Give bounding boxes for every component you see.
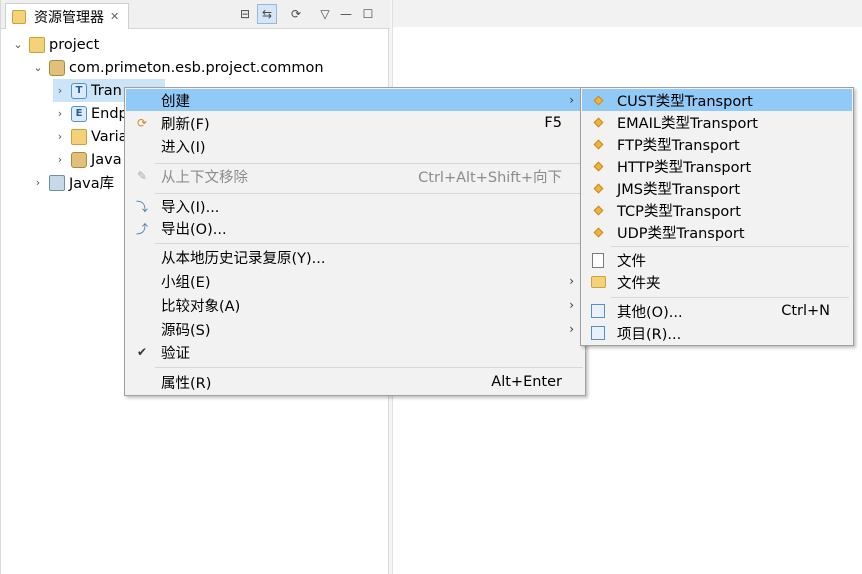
transport-diamond-icon [590, 136, 606, 152]
transport-diamond-icon [590, 202, 606, 218]
menu-item-source[interactable]: 源码(S) › [126, 318, 584, 340]
menu-item-refresh[interactable]: ⟳ 刷新(F) F5 [126, 112, 584, 134]
submenu-item-ftp-transport[interactable]: FTP类型Transport [582, 133, 852, 155]
transport-diamond-icon [590, 180, 606, 196]
submenu-arrow-icon: › [569, 322, 574, 336]
shortcut: Alt+Enter [491, 374, 562, 390]
tree-item-label: Tran [91, 82, 122, 99]
menu-item-compare-with[interactable]: 比较对象(A) › [126, 294, 584, 316]
menu-item-remove-from-context[interactable]: ✎ 从上下文移除 Ctrl+Alt+Shift+向下 [126, 165, 584, 187]
tree-item-label: project [49, 36, 100, 53]
menu-item-validate[interactable]: ✔ 验证 [126, 341, 584, 363]
submenu-item-udp-transport[interactable]: UDP类型Transport [582, 221, 852, 243]
collapse-all-icon[interactable]: ⊟ [235, 4, 255, 24]
new-project-icon [590, 325, 606, 341]
collapsed-twisty-icon[interactable]: › [53, 107, 67, 120]
tree-item-label: Endp [91, 105, 128, 122]
transport-icon: T [71, 82, 87, 99]
checkmark-icon: ✔ [136, 345, 148, 359]
tree-item-label: Java库 [69, 176, 115, 192]
transport-diamond-icon [590, 158, 606, 174]
tree-item-label: Varia [91, 128, 128, 145]
submenu-arrow-icon: › [569, 93, 574, 107]
view-menu-icon[interactable]: ▽ [315, 4, 335, 24]
transport-diamond-icon [590, 92, 606, 108]
endpoint-icon: E [71, 105, 87, 122]
menu-item-create[interactable]: 创建 › [126, 89, 584, 111]
menu-separator [611, 297, 849, 298]
context-menu: 创建 › ⟳ 刷新(F) F5 进入(I) ✎ 从上下文移除 Ctrl+Alt+… [124, 87, 586, 396]
link-with-editor-icon[interactable]: ⇆ [257, 4, 277, 24]
menu-item-import[interactable]: ⤵ 导入(I)... [126, 195, 584, 217]
transport-diamond-icon [590, 224, 606, 240]
shortcut: F5 [544, 115, 562, 131]
collapsed-twisty-icon[interactable]: › [53, 153, 67, 166]
submenu-item-email-transport[interactable]: EMAIL类型Transport [582, 111, 852, 133]
menu-item-team[interactable]: 小组(E) › [126, 270, 584, 292]
ide-window: 资源管理器 ✕ ⊟ ⇆ ⟳ ▽ — ☐ ⌄ project ⌄ com.prim… [0, 0, 862, 574]
menu-item-go-into[interactable]: 进入(I) [126, 135, 584, 157]
package-icon [49, 59, 65, 76]
new-wizard-icon [590, 303, 606, 319]
export-icon: ⤴ [135, 221, 148, 236]
tree-item-variable[interactable]: › Varia [53, 125, 128, 148]
expanded-twisty-icon[interactable]: ⌄ [11, 38, 25, 51]
shortcut: Ctrl+N [781, 303, 830, 319]
menu-separator [155, 163, 583, 164]
tab-resource-explorer[interactable]: 资源管理器 ✕ [5, 3, 129, 29]
menu-separator [155, 243, 583, 244]
submenu-item-project[interactable]: 项目(R)... [582, 322, 852, 344]
file-icon [590, 252, 606, 268]
submenu-item-folder[interactable]: 文件夹 [582, 271, 852, 293]
shortcut: Ctrl+Alt+Shift+向下 [418, 169, 562, 186]
tree-item-java-library[interactable]: › Java库 [31, 171, 114, 194]
refresh-icon: ⟳ [136, 116, 148, 130]
submenu-item-jms-transport[interactable]: JMS类型Transport [582, 177, 852, 199]
submenu-arrow-icon: › [569, 274, 574, 288]
submenu-item-file[interactable]: 文件 [582, 249, 852, 271]
submenu-item-http-transport[interactable]: HTTP类型Transport [582, 155, 852, 177]
submenu-arrow-icon: › [569, 298, 574, 312]
menu-separator [155, 367, 583, 368]
remove-context-icon: ✎ [136, 169, 148, 183]
submenu-item-cust-transport[interactable]: CUST类型Transport [582, 89, 852, 111]
menu-separator [155, 193, 583, 194]
transport-diamond-icon [590, 114, 606, 130]
tree-item-label: Java [91, 151, 122, 168]
submenu-item-other[interactable]: 其他(O)... Ctrl+N [582, 300, 852, 322]
menu-item-export[interactable]: ⤴ 导出(O)... [126, 217, 584, 239]
view-tab-bar: 资源管理器 ✕ ⊟ ⇆ ⟳ ▽ — ☐ [1, 0, 390, 29]
tree-item-java[interactable]: › Java [53, 148, 122, 171]
maximize-icon[interactable]: ☐ [358, 4, 378, 24]
create-submenu: CUST类型Transport EMAIL类型Transport FTP类型Tr… [580, 87, 854, 346]
variable-folder-icon [71, 128, 87, 145]
minimize-icon[interactable]: — [336, 4, 356, 24]
submenu-item-tcp-transport[interactable]: TCP类型Transport [582, 199, 852, 221]
menu-item-restore-local-history[interactable]: 从本地历史记录复原(Y)... [126, 246, 584, 268]
sync-icon[interactable]: ⟳ [286, 4, 306, 24]
expanded-twisty-icon[interactable]: ⌄ [31, 61, 45, 74]
tree-item-project[interactable]: ⌄ project [11, 33, 99, 56]
tab-title: 资源管理器 [34, 9, 104, 26]
java-source-icon [71, 151, 87, 168]
menu-item-properties[interactable]: 属性(R) Alt+Enter [126, 371, 584, 393]
collapsed-twisty-icon[interactable]: › [53, 130, 67, 143]
close-icon[interactable]: ✕ [110, 10, 119, 23]
explorer-icon [12, 9, 26, 24]
import-icon: ⤵ [135, 199, 148, 214]
collapsed-twisty-icon[interactable]: › [53, 84, 67, 97]
tree-item-endpoint[interactable]: › E Endp [53, 102, 128, 125]
tree-item-label: com.primeton.esb.project.common [69, 59, 324, 76]
collapsed-twisty-icon[interactable]: › [31, 176, 45, 189]
menu-separator [611, 246, 849, 247]
folder-icon [590, 274, 606, 290]
editor-tab-strip [393, 0, 862, 27]
tree-item-package[interactable]: ⌄ com.primeton.esb.project.common [31, 56, 324, 79]
library-icon [49, 174, 65, 191]
project-folder-icon [29, 36, 45, 53]
